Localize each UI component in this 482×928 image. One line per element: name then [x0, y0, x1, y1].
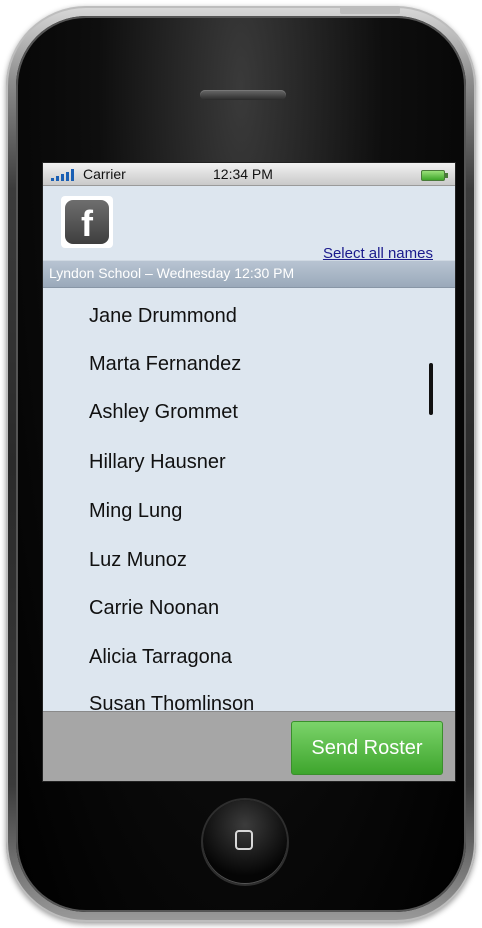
- send-roster-button[interactable]: Send Roster: [291, 721, 443, 775]
- status-bar: Carrier 12:34 PM: [43, 163, 455, 186]
- roster-list[interactable]: Jane Drummond Marta Fernandez Ashley Gro…: [43, 287, 455, 711]
- app-header: f Select all names: [43, 186, 455, 262]
- list-item[interactable]: Carrie Noonan: [89, 597, 219, 620]
- list-item[interactable]: Hillary Hausner: [89, 451, 226, 474]
- list-item[interactable]: Alicia Tarragona: [89, 646, 232, 669]
- battery-icon: [421, 170, 448, 181]
- list-item[interactable]: Ming Lung: [89, 500, 182, 523]
- list-item[interactable]: Luz Munoz: [89, 549, 187, 572]
- scroll-indicator[interactable]: [429, 363, 433, 415]
- signal-bars-icon: [51, 169, 81, 181]
- section-header: Lyndon School – Wednesday 12:30 PM: [43, 260, 455, 288]
- list-item[interactable]: Susan Thomlinson: [89, 693, 254, 711]
- power-button: [340, 6, 400, 14]
- bottom-toolbar: Send Roster: [43, 711, 455, 781]
- home-square-icon: [235, 830, 253, 850]
- facebook-icon[interactable]: f: [61, 196, 113, 248]
- list-item[interactable]: Jane Drummond: [89, 305, 237, 328]
- facebook-logo-glyph: f: [65, 200, 109, 244]
- earpiece-speaker: [200, 90, 286, 100]
- status-time: 12:34 PM: [213, 166, 273, 182]
- carrier-label: Carrier: [83, 166, 126, 182]
- phone-screen: Carrier 12:34 PM f Select all names Lynd…: [42, 162, 456, 782]
- section-title: Lyndon School – Wednesday 12:30 PM: [49, 265, 295, 281]
- home-button[interactable]: [203, 800, 287, 884]
- list-item[interactable]: Marta Fernandez: [89, 353, 241, 376]
- list-item[interactable]: Ashley Grommet: [89, 401, 238, 424]
